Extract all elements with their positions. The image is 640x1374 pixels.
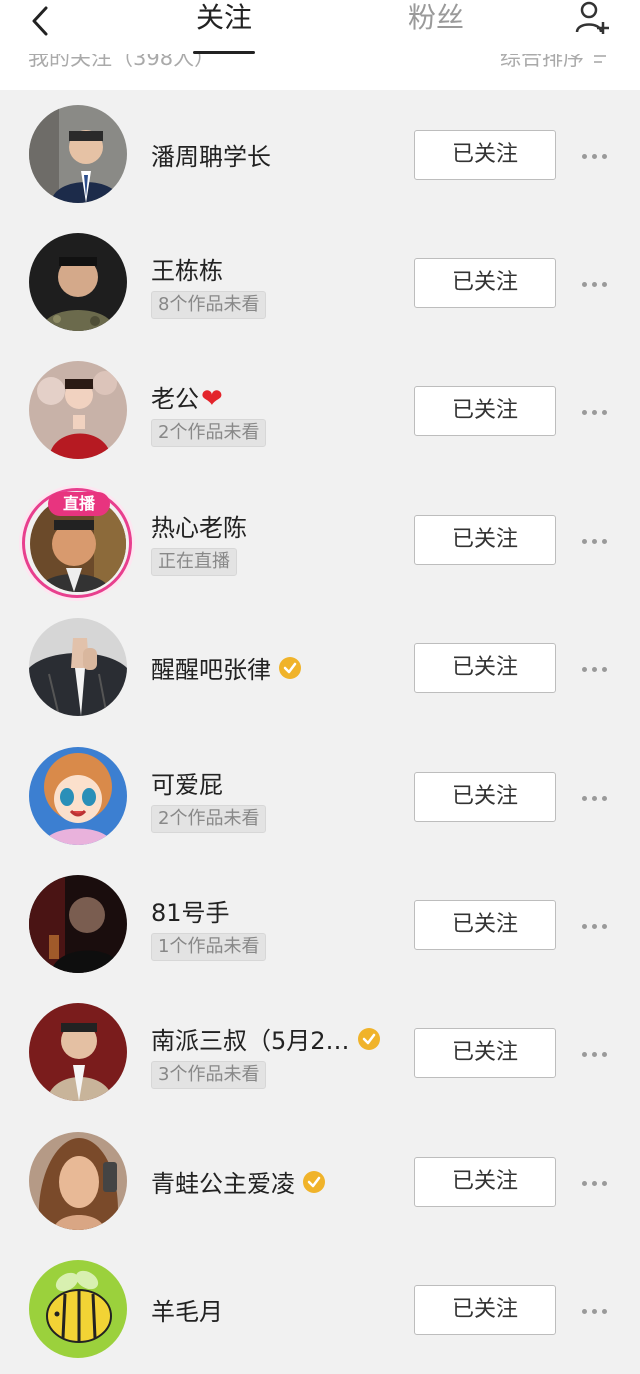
avatar[interactable] — [29, 105, 127, 203]
verified-badge-icon — [357, 1028, 380, 1050]
back-chevron-icon[interactable] — [26, 4, 56, 38]
list-item[interactable]: 青蛙公主爱凌 已关注 — [0, 1118, 640, 1246]
live-badge: 直播 — [48, 492, 110, 516]
verified-badge-icon — [279, 657, 301, 679]
list-item[interactable]: 羊毛月 已关注 — [0, 1246, 640, 1374]
more-dots-icon[interactable] — [582, 536, 610, 546]
following-button[interactable]: 已关注 — [414, 643, 556, 693]
more-dots-icon[interactable] — [582, 407, 610, 417]
list-item[interactable]: 醒醒吧张律 已关注 — [0, 604, 640, 732]
avatar[interactable] — [29, 233, 127, 331]
more-dots-icon[interactable] — [582, 921, 610, 931]
user-name[interactable]: 81号手 — [151, 893, 230, 928]
more-dots-icon[interactable] — [582, 1178, 610, 1188]
avatar[interactable] — [29, 618, 127, 716]
more-dots-icon[interactable] — [582, 151, 610, 161]
user-name[interactable]: 热心老陈 — [151, 508, 247, 543]
add-user-icon[interactable] — [572, 0, 612, 36]
more-dots-icon[interactable] — [582, 1049, 610, 1059]
tab-followers[interactable]: 粉丝 — [386, 0, 486, 54]
unwatched-badge: 1个作品未看 — [151, 933, 267, 961]
list-item[interactable]: 南派三叔（5月2… 3个作品未看 已关注 — [0, 989, 640, 1117]
following-button[interactable]: 已关注 — [414, 1028, 556, 1078]
unwatched-badge: 8个作品未看 — [151, 291, 267, 319]
sort-icon[interactable] — [590, 54, 614, 66]
top-bar: 关注 粉丝 — [0, 0, 640, 55]
following-button[interactable]: 已关注 — [414, 515, 556, 565]
list-item[interactable]: 王栋栋 8个作品未看 已关注 — [0, 219, 640, 347]
following-button[interactable]: 已关注 — [414, 1285, 556, 1335]
following-button[interactable]: 已关注 — [414, 258, 556, 308]
more-dots-icon[interactable] — [582, 793, 610, 803]
user-name[interactable]: 可爱屁 — [151, 765, 223, 800]
user-name[interactable]: 青蛙公主爱凌 — [151, 1164, 325, 1199]
following-button[interactable]: 已关注 — [414, 130, 556, 180]
list-item[interactable]: 直播 热心老陈 正在直播 已关注 — [0, 476, 640, 604]
avatar[interactable] — [29, 1003, 127, 1101]
avatar[interactable] — [29, 361, 127, 459]
user-name[interactable]: 王栋栋 — [151, 251, 223, 286]
unwatched-badge: 2个作品未看 — [151, 805, 267, 833]
user-name[interactable]: 潘周聃学长 — [151, 137, 271, 172]
follow-count: 我的关注（398人） — [28, 54, 216, 70]
more-dots-icon[interactable] — [582, 1306, 610, 1316]
list-item[interactable]: 潘周聃学长 已关注 — [0, 91, 640, 219]
tab-following[interactable]: 关注 — [174, 0, 274, 54]
heart-icon: ❤ — [201, 384, 223, 414]
more-dots-icon[interactable] — [582, 279, 610, 289]
sort-button[interactable]: 综合排序 — [500, 54, 584, 72]
unwatched-badge: 2个作品未看 — [151, 419, 267, 447]
following-button[interactable]: 已关注 — [414, 772, 556, 822]
list-item[interactable]: 老公❤ 2个作品未看 已关注 — [0, 347, 640, 475]
following-button[interactable]: 已关注 — [414, 386, 556, 436]
user-name[interactable]: 羊毛月 — [151, 1292, 223, 1327]
avatar[interactable] — [29, 875, 127, 973]
user-name[interactable]: 醒醒吧张律 — [151, 650, 301, 685]
live-status-badge: 正在直播 — [151, 548, 237, 576]
unwatched-badge: 3个作品未看 — [151, 1061, 267, 1089]
list-subheader: 我的关注（398人） 综合排序 — [0, 54, 640, 90]
user-name[interactable]: 南派三叔（5月2… — [151, 1021, 380, 1056]
following-button[interactable]: 已关注 — [414, 1157, 556, 1207]
user-name[interactable]: 老公❤ — [151, 379, 223, 414]
following-button[interactable]: 已关注 — [414, 900, 556, 950]
verified-badge-icon — [303, 1171, 325, 1193]
list-item[interactable]: 可爱屁 2个作品未看 已关注 — [0, 733, 640, 861]
more-dots-icon[interactable] — [582, 664, 610, 674]
avatar[interactable] — [29, 1260, 127, 1358]
avatar[interactable] — [29, 747, 127, 845]
avatar[interactable] — [29, 1132, 127, 1230]
list-item[interactable]: 81号手 1个作品未看 已关注 — [0, 861, 640, 989]
